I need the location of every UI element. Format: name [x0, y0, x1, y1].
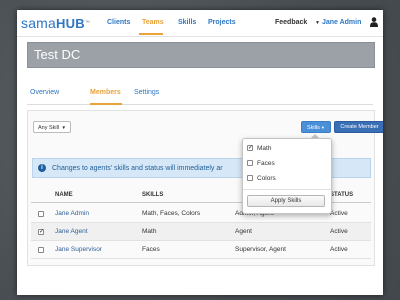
skill-option-label: Math — [257, 145, 272, 152]
check-icon: ✓ — [248, 145, 254, 151]
member-status: Active — [330, 210, 348, 217]
page-title: Test DC — [34, 47, 81, 62]
logo-trademark: ™ — [84, 20, 91, 26]
skill-checkbox[interactable] — [247, 160, 253, 166]
info-icon: i — [38, 164, 46, 172]
dropdown-divider — [243, 189, 331, 190]
skills-button-label: Skills — [307, 125, 320, 131]
nav-item-projects[interactable]: Projects — [208, 18, 236, 28]
tabs-divider — [27, 104, 373, 105]
logo-text-hub: HUB — [56, 16, 85, 31]
nav-active-indicator — [139, 33, 163, 35]
check-icon: ✓ — [39, 229, 45, 235]
caret-down-icon: ▼ — [61, 125, 66, 130]
member-role: Supervisor, Agent — [235, 246, 286, 253]
user-icon — [370, 17, 378, 27]
header-divider — [17, 36, 383, 37]
page-title-bar: Test DC — [27, 42, 375, 68]
info-message: Changes to agents' skills and status wil… — [52, 165, 223, 172]
tab-settings[interactable]: Settings — [134, 88, 159, 98]
row-checkbox[interactable] — [38, 211, 44, 217]
row-divider — [31, 258, 371, 259]
member-status: Active — [330, 228, 348, 235]
member-status: Active — [330, 246, 348, 253]
nav-item-clients[interactable]: Clients — [107, 18, 130, 28]
top-header: samaHUB™ Clients Teams Skills Projects F… — [17, 10, 383, 36]
tab-active-indicator — [90, 103, 122, 105]
app-window: samaHUB™ Clients Teams Skills Projects F… — [17, 10, 383, 295]
tab-overview[interactable]: Overview — [30, 88, 59, 98]
member-skills: Math — [142, 228, 157, 235]
logo-text-sama: sama — [21, 15, 57, 31]
column-header-skills: SKILLS — [142, 192, 164, 198]
row-checkbox[interactable] — [38, 247, 44, 253]
member-name-link[interactable]: Jane Admin — [55, 209, 89, 218]
row-checkbox[interactable]: ✓ — [38, 229, 44, 235]
member-name-link[interactable]: Jane Supervisor — [55, 245, 102, 254]
skill-filter-select[interactable]: Any Skill ▼ — [33, 121, 71, 133]
skill-option-label: Faces — [257, 160, 275, 167]
skills-dropdown-button[interactable]: Skills▼ — [301, 121, 331, 133]
member-role: Agent — [235, 228, 252, 235]
user-menu[interactable]: ▼ Jane Admin — [315, 18, 361, 28]
create-member-button[interactable]: Create Member — [334, 121, 383, 133]
samahub-logo[interactable]: samaHUB™ — [21, 15, 90, 32]
member-name-link[interactable]: Jane Agent — [55, 227, 88, 236]
skill-checkbox[interactable]: ✓ — [247, 145, 253, 151]
nav-item-teams[interactable]: Teams — [142, 18, 164, 28]
column-header-status: STATUS — [330, 192, 354, 198]
tab-members[interactable]: Members — [90, 88, 121, 98]
user-name: Jane Admin — [321, 19, 362, 26]
skill-checkbox[interactable] — [247, 175, 253, 181]
feedback-link[interactable]: Feedback — [275, 18, 307, 28]
skill-option-label: Colors — [257, 175, 276, 182]
caret-down-icon: ▼ — [320, 125, 325, 130]
skills-dropdown-menu: ✓ Math Faces Colors Apply Skills — [242, 138, 332, 214]
caret-down-icon: ▼ — [315, 20, 320, 26]
skill-filter-value: Any Skill — [38, 125, 60, 131]
member-skills: Faces — [142, 246, 160, 253]
member-skills: Math, Faces, Colors — [142, 210, 201, 217]
apply-skills-button[interactable]: Apply Skills — [247, 195, 325, 207]
nav-item-skills[interactable]: Skills — [178, 18, 196, 28]
column-header-name: NAME — [55, 192, 73, 198]
